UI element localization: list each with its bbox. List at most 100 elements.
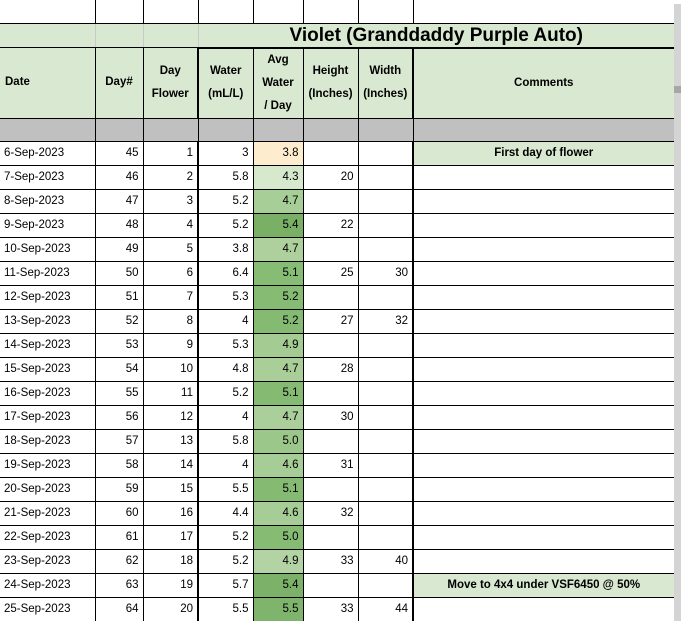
- cell-avg[interactable]: 4.9: [253, 549, 304, 574]
- vertical-scrollbar[interactable]: [674, 0, 681, 621]
- cell-day[interactable]: 46: [95, 165, 144, 190]
- cell-day[interactable]: 61: [95, 525, 144, 550]
- table-row[interactable]: 21-Sep-2023 60 16 4.4 4.6 32: [0, 501, 675, 526]
- cell-height[interactable]: [303, 477, 359, 502]
- cell-avg[interactable]: 4.7: [253, 237, 304, 262]
- table-row[interactable]: 22-Sep-2023 61 17 5.2 5.0: [0, 525, 675, 550]
- cell-comment[interactable]: [413, 165, 675, 190]
- cell-flower[interactable]: 15: [143, 477, 199, 502]
- cell-comment[interactable]: [413, 477, 675, 502]
- cell-date[interactable]: 6-Sep-2023: [0, 141, 96, 166]
- cell-width[interactable]: 30: [358, 261, 414, 286]
- cell-avg[interactable]: 5.1: [253, 477, 304, 502]
- cell-date[interactable]: 15-Sep-2023: [0, 357, 96, 382]
- cell-water[interactable]: 5.2: [198, 525, 254, 550]
- header-comments[interactable]: Comments: [413, 47, 675, 119]
- cell-width[interactable]: [358, 501, 414, 526]
- cell-height[interactable]: 32: [303, 501, 359, 526]
- cell-width[interactable]: [358, 213, 414, 238]
- cell-water[interactable]: 5.7: [198, 573, 254, 598]
- cell-comment[interactable]: [413, 405, 675, 430]
- cell-day[interactable]: 54: [95, 357, 144, 382]
- cell-width[interactable]: 40: [358, 549, 414, 574]
- cell-comment[interactable]: [413, 501, 675, 526]
- cell-height[interactable]: [303, 381, 359, 406]
- cell-day[interactable]: 49: [95, 237, 144, 262]
- cell-flower[interactable]: 10: [143, 357, 199, 382]
- cell-width[interactable]: [358, 237, 414, 262]
- cell-avg[interactable]: 5.2: [253, 285, 304, 310]
- table-row[interactable]: 10-Sep-2023 49 5 3.8 4.7: [0, 237, 675, 262]
- cell-flower[interactable]: 13: [143, 429, 199, 454]
- cell-width[interactable]: [358, 141, 414, 166]
- cell-day[interactable]: 58: [95, 453, 144, 478]
- cell-day[interactable]: 60: [95, 501, 144, 526]
- cell-water[interactable]: 4.4: [198, 501, 254, 526]
- header-date[interactable]: Date: [0, 47, 96, 119]
- cell-avg[interactable]: 4.7: [253, 357, 304, 382]
- cell-water[interactable]: 5.3: [198, 285, 254, 310]
- cell-comment[interactable]: [413, 381, 675, 406]
- table-row[interactable]: 23-Sep-2023 62 18 5.2 4.9 33 40: [0, 549, 675, 574]
- cell-width[interactable]: [358, 525, 414, 550]
- table-row[interactable]: 17-Sep-2023 56 12 4 4.7 30: [0, 405, 675, 430]
- cell-width[interactable]: [358, 453, 414, 478]
- header-day-flower[interactable]: Day Flower: [143, 47, 199, 119]
- cell-avg[interactable]: 5.1: [253, 381, 304, 406]
- header-water[interactable]: Water (mL/L): [198, 47, 254, 119]
- cell-day[interactable]: 63: [95, 573, 144, 598]
- header-width[interactable]: Width (Inches): [358, 47, 414, 119]
- cell-flower[interactable]: 14: [143, 453, 199, 478]
- cell-flower[interactable]: 4: [143, 213, 199, 238]
- cell-date[interactable]: 14-Sep-2023: [0, 333, 96, 358]
- cell-avg[interactable]: 4.7: [253, 189, 304, 214]
- header-day-number[interactable]: Day#: [95, 47, 144, 119]
- cell-comment[interactable]: First day of flower: [413, 141, 675, 166]
- cell-day[interactable]: 64: [95, 597, 144, 621]
- cell-water[interactable]: 4.8: [198, 357, 254, 382]
- cell-width[interactable]: [358, 189, 414, 214]
- table-row[interactable]: 16-Sep-2023 55 11 5.2 5.1: [0, 381, 675, 406]
- cell-date[interactable]: 12-Sep-2023: [0, 285, 96, 310]
- cell-date[interactable]: 20-Sep-2023: [0, 477, 96, 502]
- cell-flower[interactable]: 9: [143, 333, 199, 358]
- cell-height[interactable]: [303, 189, 359, 214]
- cell-water[interactable]: 4: [198, 453, 254, 478]
- cell-width[interactable]: [358, 405, 414, 430]
- cell-date[interactable]: 18-Sep-2023: [0, 429, 96, 454]
- cell-height[interactable]: 30: [303, 405, 359, 430]
- cell-date[interactable]: 9-Sep-2023: [0, 213, 96, 238]
- cell-date[interactable]: 16-Sep-2023: [0, 381, 96, 406]
- cell-day[interactable]: 62: [95, 549, 144, 574]
- cell-date[interactable]: 21-Sep-2023: [0, 501, 96, 526]
- scrollbar-thumb[interactable]: [674, 86, 681, 93]
- cell-comment[interactable]: [413, 189, 675, 214]
- cell-water[interactable]: 5.3: [198, 333, 254, 358]
- cell-date[interactable]: 13-Sep-2023: [0, 309, 96, 334]
- cell-flower[interactable]: 16: [143, 501, 199, 526]
- cell-flower[interactable]: 17: [143, 525, 199, 550]
- cell-avg[interactable]: 5.1: [253, 261, 304, 286]
- cell-date[interactable]: 19-Sep-2023: [0, 453, 96, 478]
- cell-comment[interactable]: [413, 333, 675, 358]
- cell-water[interactable]: 5.2: [198, 549, 254, 574]
- cell-day[interactable]: 52: [95, 309, 144, 334]
- cell-flower[interactable]: 12: [143, 405, 199, 430]
- cell-day[interactable]: 59: [95, 477, 144, 502]
- cell-avg[interactable]: 4.9: [253, 333, 304, 358]
- cell-date[interactable]: 17-Sep-2023: [0, 405, 96, 430]
- cell-water[interactable]: 5.8: [198, 429, 254, 454]
- cell-height[interactable]: [303, 333, 359, 358]
- cell-flower[interactable]: 5: [143, 237, 199, 262]
- cell-water[interactable]: 3: [198, 141, 254, 166]
- cell-avg[interactable]: 5.5: [253, 597, 304, 621]
- cell-day[interactable]: 47: [95, 189, 144, 214]
- cell-width[interactable]: [358, 357, 414, 382]
- cell-comment[interactable]: [413, 357, 675, 382]
- cell-date[interactable]: 11-Sep-2023: [0, 261, 96, 286]
- cell-water[interactable]: 4: [198, 309, 254, 334]
- cell-height[interactable]: 33: [303, 597, 359, 621]
- header-avg-water-per-day[interactable]: Avg Water / Day: [253, 47, 304, 119]
- table-row[interactable]: 13-Sep-2023 52 8 4 5.2 27 32: [0, 309, 675, 334]
- cell-date[interactable]: 10-Sep-2023: [0, 237, 96, 262]
